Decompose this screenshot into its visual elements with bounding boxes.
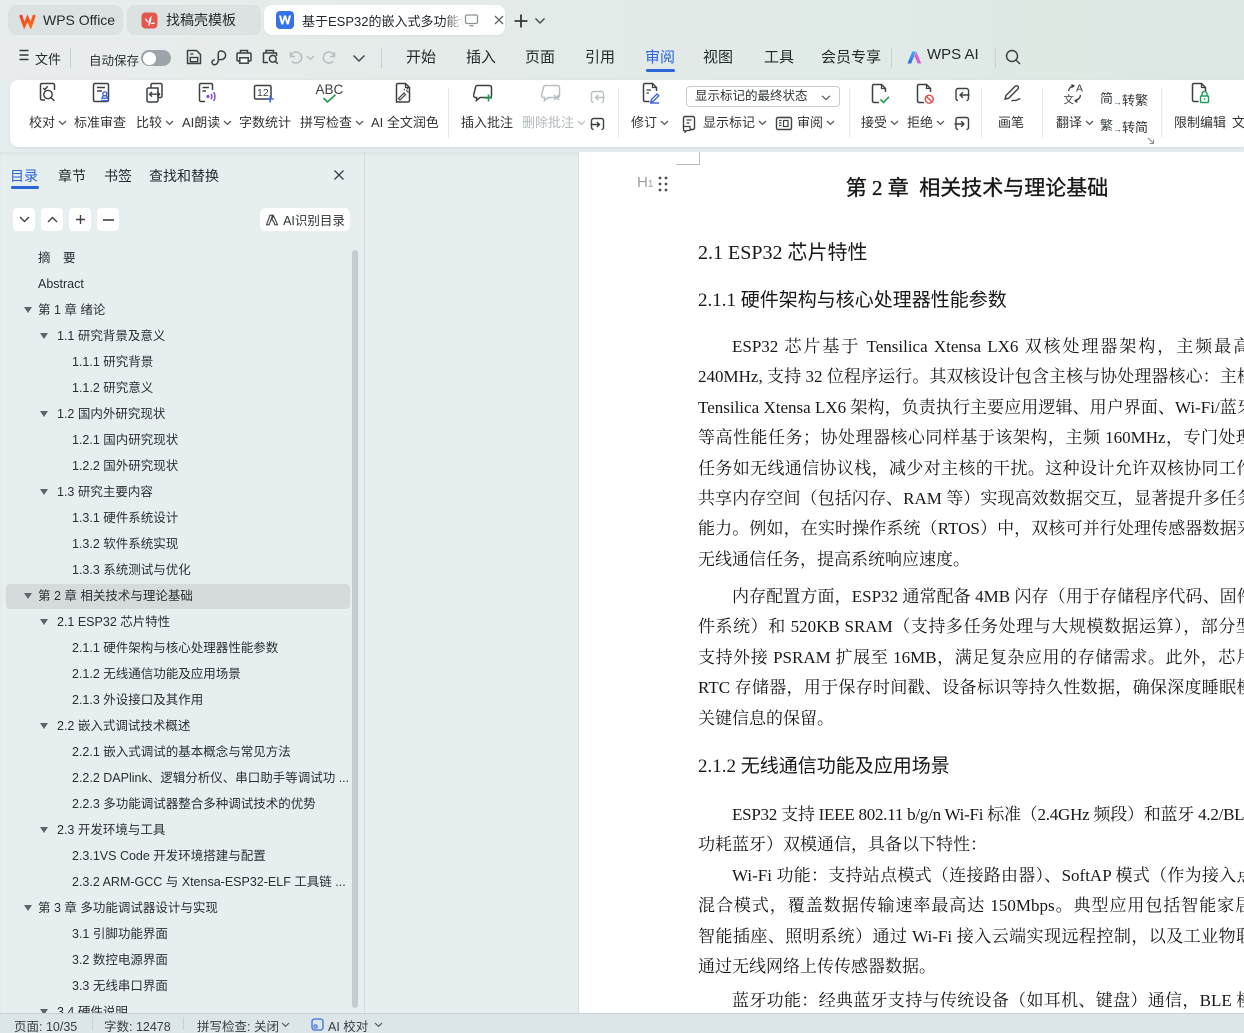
svg-text:ABC: ABC bbox=[316, 82, 344, 97]
svg-text:12: 12 bbox=[257, 87, 269, 99]
svg-text:文: 文 bbox=[1064, 93, 1075, 105]
svg-text:A: A bbox=[1076, 83, 1083, 95]
